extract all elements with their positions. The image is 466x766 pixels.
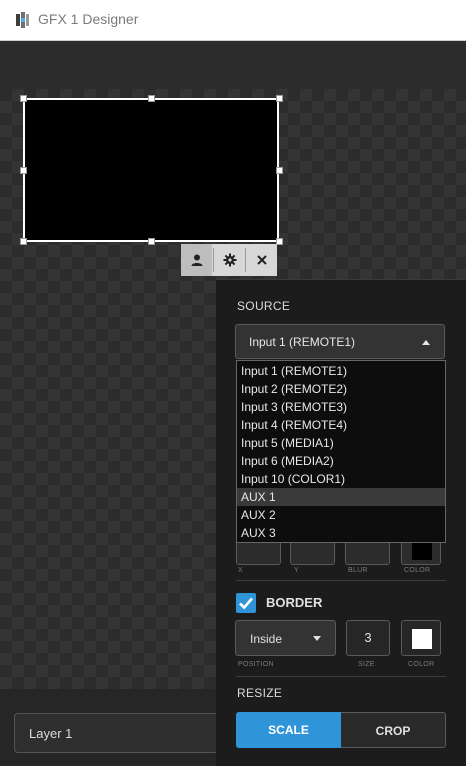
element-context-toolbar xyxy=(181,244,277,276)
source-option[interactable]: Input 1 (REMOTE1) xyxy=(237,362,445,380)
resize-handle-top-right[interactable] xyxy=(276,95,283,102)
source-option[interactable]: Input 2 (REMOTE2) xyxy=(237,380,445,398)
divider xyxy=(236,676,446,677)
selected-graphic-element[interactable] xyxy=(23,98,279,242)
border-color-field[interactable] xyxy=(401,620,441,656)
resize-handle-bottom-right[interactable] xyxy=(276,238,283,245)
source-section-label: SOURCE xyxy=(237,299,291,313)
source-dropdown-list: Input 1 (REMOTE1) Input 2 (REMOTE2) Inpu… xyxy=(236,360,446,543)
border-size-label: SIZE xyxy=(358,661,375,668)
source-option[interactable]: Input 10 (COLOR1) xyxy=(237,470,445,488)
source-option[interactable]: Input 5 (MEDIA1) xyxy=(237,434,445,452)
resize-scale-button[interactable]: SCALE xyxy=(236,712,341,748)
divider xyxy=(236,580,446,581)
person-icon xyxy=(191,254,202,266)
source-option[interactable]: Input 3 (REMOTE3) xyxy=(237,398,445,416)
source-option[interactable]: AUX 3 xyxy=(237,524,445,542)
resize-handle-top[interactable] xyxy=(148,95,155,102)
toolbar-area xyxy=(0,41,466,89)
resize-handle-top-left[interactable] xyxy=(20,95,27,102)
border-checkbox[interactable] xyxy=(236,593,256,613)
app-icon xyxy=(16,12,29,28)
shadow-color-label: COLOR xyxy=(404,567,431,574)
chevron-down-icon xyxy=(313,636,321,641)
shadow-y-label: Y xyxy=(294,567,299,574)
settings-button[interactable] xyxy=(214,244,245,276)
resize-handle-left[interactable] xyxy=(20,167,27,174)
border-size-field[interactable]: 3 xyxy=(346,620,390,656)
border-position-label: POSITION xyxy=(238,661,274,668)
source-option[interactable]: Input 6 (MEDIA2) xyxy=(237,452,445,470)
source-option[interactable]: Input 4 (REMOTE4) xyxy=(237,416,445,434)
shadow-blur-label: BLUR xyxy=(348,567,368,574)
source-select[interactable]: Input 1 (REMOTE1) xyxy=(235,324,445,359)
title-bar: GFX 1 Designer xyxy=(0,0,466,41)
delete-button[interactable] xyxy=(246,244,277,276)
border-label: BORDER xyxy=(266,595,323,610)
layer-name: Layer 1 xyxy=(29,726,73,741)
resize-crop-button[interactable]: CROP xyxy=(341,712,446,748)
caret-up-icon xyxy=(422,340,430,345)
border-color-label: COLOR xyxy=(408,661,435,668)
source-option-hovered[interactable]: AUX 1 xyxy=(237,488,445,506)
resize-handle-right[interactable] xyxy=(276,167,283,174)
layer-name-field[interactable]: Layer 1 xyxy=(14,713,219,753)
border-position-select[interactable]: Inside xyxy=(235,620,336,656)
shadow-x-label: X xyxy=(238,567,243,574)
resize-handle-bottom[interactable] xyxy=(148,238,155,245)
source-button[interactable] xyxy=(181,244,212,276)
checkmark-icon xyxy=(239,597,253,610)
resize-handle-bottom-left[interactable] xyxy=(20,238,27,245)
gear-icon xyxy=(223,253,236,267)
border-color-swatch xyxy=(412,629,432,649)
close-icon xyxy=(256,255,267,265)
shadow-color-swatch xyxy=(412,540,432,560)
source-selected-value: Input 1 (REMOTE1) xyxy=(249,335,356,349)
window-title: GFX 1 Designer xyxy=(38,11,139,27)
source-option[interactable]: AUX 2 xyxy=(237,506,445,524)
resize-section-label: RESIZE xyxy=(237,686,283,700)
border-position-value: Inside xyxy=(250,632,283,646)
